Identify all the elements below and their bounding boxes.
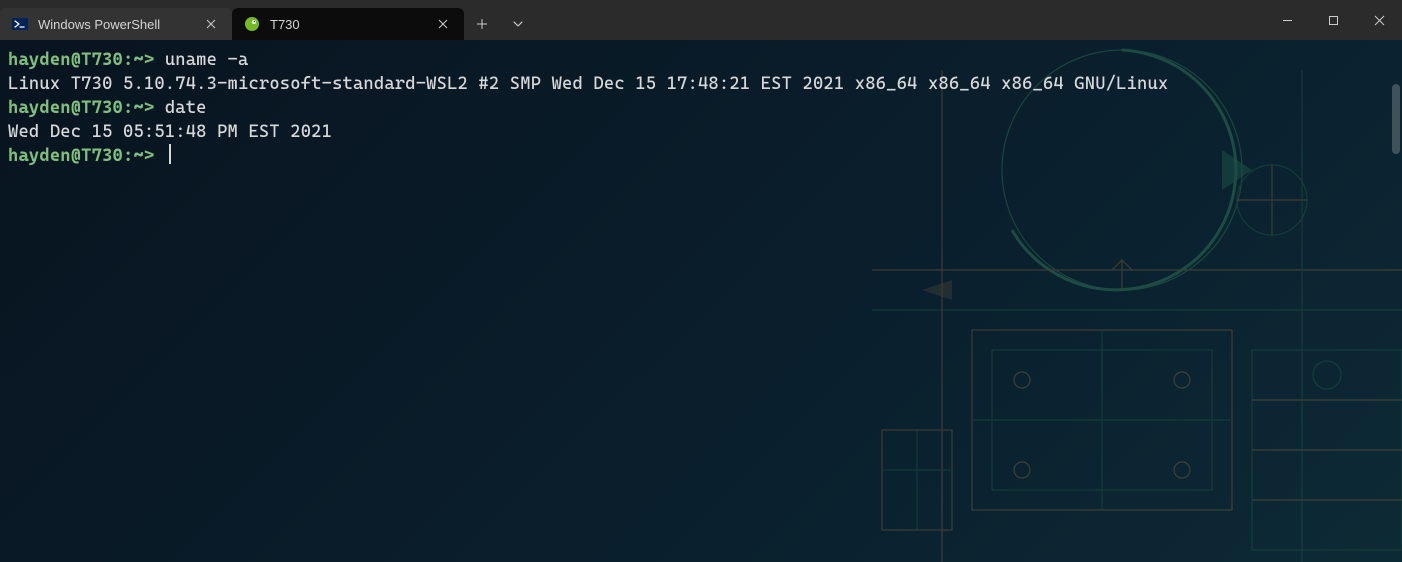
output-text: Wed Dec 15 05:51:48 PM EST 2021 <box>8 122 332 142</box>
output-line: Linux T730 5.10.74.3-microsoft-standard-… <box>8 72 1394 96</box>
new-tab-button[interactable] <box>464 8 500 40</box>
tab-label: T730 <box>270 17 424 32</box>
close-icon[interactable] <box>434 15 452 33</box>
command-text: uname -a <box>154 50 248 70</box>
prompt: hayden@T730:~> <box>8 50 154 70</box>
command-text: date <box>154 98 206 118</box>
output-line: Wed Dec 15 05:51:48 PM EST 2021 <box>8 120 1394 144</box>
prompt-line: hayden@T730:~> uname -a <box>8 48 1394 72</box>
prompt: hayden@T730:~> <box>8 146 154 166</box>
terminal-body[interactable]: hayden@T730:~> uname -aLinux T730 5.10.7… <box>0 40 1402 562</box>
close-window-button[interactable] <box>1356 0 1402 40</box>
prompt: hayden@T730:~> <box>8 98 154 118</box>
prompt-line: hayden@T730:~> <box>8 144 1394 168</box>
tab-label: Windows PowerShell <box>38 17 192 32</box>
command-text <box>154 146 164 166</box>
minimize-button[interactable] <box>1264 0 1310 40</box>
window-controls <box>1264 0 1402 40</box>
output-text: Linux T730 5.10.74.3-microsoft-standard-… <box>8 74 1168 94</box>
tab-actions <box>464 0 536 40</box>
tab-t730[interactable]: T730 <box>232 8 464 40</box>
close-icon[interactable] <box>202 15 220 33</box>
cursor <box>169 144 171 164</box>
opensuse-icon <box>244 16 260 32</box>
prompt-line: hayden@T730:~> date <box>8 96 1394 120</box>
tab-dropdown-button[interactable] <box>500 8 536 40</box>
tabs-region: Windows PowerShell T730 <box>0 0 536 40</box>
maximize-button[interactable] <box>1310 0 1356 40</box>
tab-powershell[interactable]: Windows PowerShell <box>0 8 232 40</box>
terminal-output: hayden@T730:~> uname -aLinux T730 5.10.7… <box>0 40 1402 176</box>
powershell-icon <box>12 16 28 32</box>
scrollbar-thumb[interactable] <box>1392 84 1400 154</box>
titlebar: Windows PowerShell T730 <box>0 0 1402 40</box>
